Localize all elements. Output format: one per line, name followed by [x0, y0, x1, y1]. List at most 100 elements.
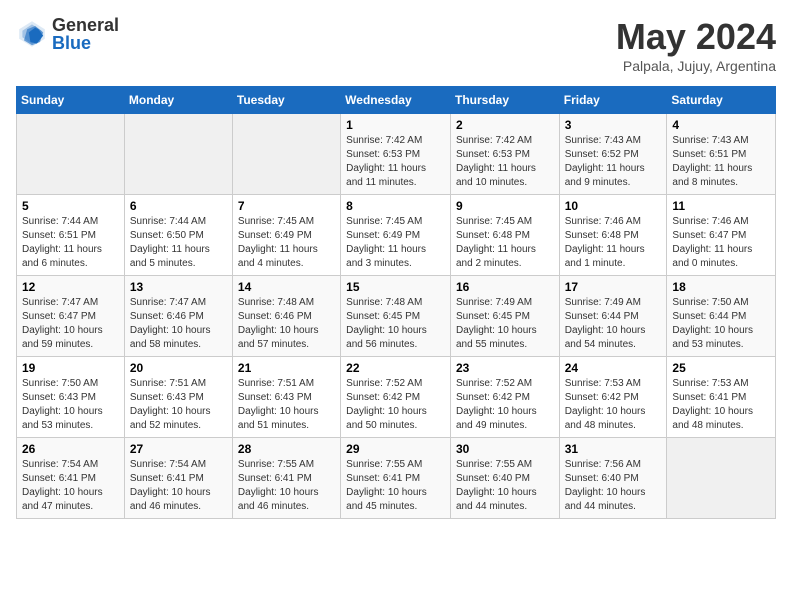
- calendar-cell: 21 Sunrise: 7:51 AMSunset: 6:43 PMDayligh…: [232, 357, 340, 438]
- calendar-cell: 27 Sunrise: 7:54 AMSunset: 6:41 PMDayligh…: [124, 438, 232, 519]
- calendar-cell: 12 Sunrise: 7:47 AMSunset: 6:47 PMDayligh…: [17, 276, 125, 357]
- calendar-cell: 13Sunrise: 7:47 AMSunset: 6:46 PMDayligh…: [124, 276, 232, 357]
- calendar-cell: 20Sunrise: 7:51 AMSunset: 6:43 PMDayligh…: [124, 357, 232, 438]
- day-info: Sunrise: 7:55 AMSunset: 6:41 PMDaylight:…: [238, 458, 335, 514]
- day-number: 10: [565, 199, 662, 213]
- month-title: May 2024: [616, 16, 776, 58]
- calendar-cell: 16Sunrise: 7:49 AMSunset: 6:45 PMDayligh…: [450, 276, 559, 357]
- location-subtitle: Palpala, Jujuy, Argentina: [616, 58, 776, 74]
- day-info: Sunrise: 7:44 AMSunset: 6:50 PMDaylight:…: [130, 215, 227, 271]
- col-tuesday: Tuesday: [232, 87, 340, 114]
- day-number: 18: [672, 280, 770, 294]
- day-number: 17: [565, 280, 662, 294]
- calendar-cell: [124, 114, 232, 195]
- day-info: Sunrise: 7:56 AMSunset: 6:40 PMDaylight:…: [565, 458, 662, 514]
- day-info: Sunrise: 7:48 AMSunset: 6:45 PMDaylight:…: [346, 296, 445, 352]
- calendar-week-4: 19 Sunrise: 7:50 AMSunset: 6:43 PMDayligh…: [17, 357, 776, 438]
- day-number: 28: [238, 442, 335, 456]
- day-info: Sunrise: 7:44 AMSunset: 6:51 PMDaylight:…: [22, 215, 119, 271]
- calendar-week-1: 1 Sunrise: 7:42 AMSunset: 6:53 PMDaylight…: [17, 114, 776, 195]
- calendar-cell: 8 Sunrise: 7:45 AMSunset: 6:49 PMDaylight…: [341, 195, 451, 276]
- calendar-week-3: 12 Sunrise: 7:47 AMSunset: 6:47 PMDayligh…: [17, 276, 776, 357]
- day-info: Sunrise: 7:49 AMSunset: 6:45 PMDaylight:…: [456, 296, 554, 352]
- day-info: Sunrise: 7:49 AMSunset: 6:44 PMDaylight:…: [565, 296, 662, 352]
- logo-icon: [16, 18, 48, 50]
- day-number: 30: [456, 442, 554, 456]
- day-number: 1: [346, 118, 445, 132]
- calendar-table: Sunday Monday Tuesday Wednesday Thursday…: [16, 86, 776, 519]
- calendar-cell: [232, 114, 340, 195]
- header-row: Sunday Monday Tuesday Wednesday Thursday…: [17, 87, 776, 114]
- day-info: Sunrise: 7:54 AMSunset: 6:41 PMDaylight:…: [22, 458, 119, 514]
- day-info: Sunrise: 7:45 AMSunset: 6:49 PMDaylight:…: [346, 215, 445, 271]
- calendar-cell: 30 Sunrise: 7:55 AMSunset: 6:40 PMDayligh…: [450, 438, 559, 519]
- day-number: 11: [672, 199, 770, 213]
- day-number: 3: [565, 118, 662, 132]
- day-number: 15: [346, 280, 445, 294]
- day-info: Sunrise: 7:51 AMSunset: 6:43 PMDaylight:…: [238, 377, 335, 433]
- day-number: 9: [456, 199, 554, 213]
- col-friday: Friday: [559, 87, 667, 114]
- calendar-cell: 7Sunrise: 7:45 AMSunset: 6:49 PMDaylight…: [232, 195, 340, 276]
- day-info: Sunrise: 7:43 AMSunset: 6:51 PMDaylight:…: [672, 134, 770, 190]
- day-info: Sunrise: 7:45 AMSunset: 6:48 PMDaylight:…: [456, 215, 554, 271]
- calendar-cell: [17, 114, 125, 195]
- header: General Blue May 2024 Palpala, Jujuy, Ar…: [16, 16, 776, 74]
- calendar-cell: 23 Sunrise: 7:52 AMSunset: 6:42 PMDayligh…: [450, 357, 559, 438]
- day-info: Sunrise: 7:51 AMSunset: 6:43 PMDaylight:…: [130, 377, 227, 433]
- day-info: Sunrise: 7:54 AMSunset: 6:41 PMDaylight:…: [130, 458, 227, 514]
- col-monday: Monday: [124, 87, 232, 114]
- day-info: Sunrise: 7:52 AMSunset: 6:42 PMDaylight:…: [456, 377, 554, 433]
- logo-blue-text: Blue: [52, 34, 119, 52]
- day-info: Sunrise: 7:50 AMSunset: 6:43 PMDaylight:…: [22, 377, 119, 433]
- day-info: Sunrise: 7:53 AMSunset: 6:42 PMDaylight:…: [565, 377, 662, 433]
- day-info: Sunrise: 7:50 AMSunset: 6:44 PMDaylight:…: [672, 296, 770, 352]
- day-number: 6: [130, 199, 227, 213]
- day-number: 27: [130, 442, 227, 456]
- calendar-week-2: 5 Sunrise: 7:44 AMSunset: 6:51 PMDaylight…: [17, 195, 776, 276]
- day-number: 12: [22, 280, 119, 294]
- calendar-cell: 18 Sunrise: 7:50 AMSunset: 6:44 PMDayligh…: [667, 276, 776, 357]
- day-number: 14: [238, 280, 335, 294]
- day-info: Sunrise: 7:53 AMSunset: 6:41 PMDaylight:…: [672, 377, 770, 433]
- day-info: Sunrise: 7:43 AMSunset: 6:52 PMDaylight:…: [565, 134, 662, 190]
- day-number: 13: [130, 280, 227, 294]
- logo-text: General Blue: [52, 16, 119, 52]
- logo-general-text: General: [52, 16, 119, 34]
- calendar-week-5: 26Sunrise: 7:54 AMSunset: 6:41 PMDayligh…: [17, 438, 776, 519]
- title-block: May 2024 Palpala, Jujuy, Argentina: [616, 16, 776, 74]
- calendar-cell: 5 Sunrise: 7:44 AMSunset: 6:51 PMDaylight…: [17, 195, 125, 276]
- calendar-cell: 26Sunrise: 7:54 AMSunset: 6:41 PMDayligh…: [17, 438, 125, 519]
- calendar-cell: 9 Sunrise: 7:45 AMSunset: 6:48 PMDaylight…: [450, 195, 559, 276]
- calendar-cell: 1 Sunrise: 7:42 AMSunset: 6:53 PMDaylight…: [341, 114, 451, 195]
- day-number: 5: [22, 199, 119, 213]
- day-info: Sunrise: 7:42 AMSunset: 6:53 PMDaylight:…: [456, 134, 554, 190]
- col-sunday: Sunday: [17, 87, 125, 114]
- calendar-cell: 10 Sunrise: 7:46 AMSunset: 6:48 PMDayligh…: [559, 195, 667, 276]
- calendar-cell: 24Sunrise: 7:53 AMSunset: 6:42 PMDayligh…: [559, 357, 667, 438]
- day-number: 25: [672, 361, 770, 375]
- calendar-cell: 31Sunrise: 7:56 AMSunset: 6:40 PMDayligh…: [559, 438, 667, 519]
- calendar-cell: 25 Sunrise: 7:53 AMSunset: 6:41 PMDayligh…: [667, 357, 776, 438]
- calendar-cell: [667, 438, 776, 519]
- day-number: 19: [22, 361, 119, 375]
- calendar-cell: 11 Sunrise: 7:46 AMSunset: 6:47 PMDayligh…: [667, 195, 776, 276]
- day-info: Sunrise: 7:46 AMSunset: 6:48 PMDaylight:…: [565, 215, 662, 271]
- day-number: 7: [238, 199, 335, 213]
- calendar-cell: 2Sunrise: 7:42 AMSunset: 6:53 PMDaylight…: [450, 114, 559, 195]
- calendar-cell: 28 Sunrise: 7:55 AMSunset: 6:41 PMDayligh…: [232, 438, 340, 519]
- day-info: Sunrise: 7:46 AMSunset: 6:47 PMDaylight:…: [672, 215, 770, 271]
- day-info: Sunrise: 7:55 AMSunset: 6:40 PMDaylight:…: [456, 458, 554, 514]
- col-saturday: Saturday: [667, 87, 776, 114]
- calendar-cell: 19 Sunrise: 7:50 AMSunset: 6:43 PMDayligh…: [17, 357, 125, 438]
- day-info: Sunrise: 7:47 AMSunset: 6:47 PMDaylight:…: [22, 296, 119, 352]
- day-info: Sunrise: 7:42 AMSunset: 6:53 PMDaylight:…: [346, 134, 445, 190]
- day-number: 21: [238, 361, 335, 375]
- day-number: 23: [456, 361, 554, 375]
- day-number: 29: [346, 442, 445, 456]
- day-number: 22: [346, 361, 445, 375]
- calendar-cell: 29Sunrise: 7:55 AMSunset: 6:41 PMDayligh…: [341, 438, 451, 519]
- calendar-cell: 22Sunrise: 7:52 AMSunset: 6:42 PMDayligh…: [341, 357, 451, 438]
- calendar-cell: 14Sunrise: 7:48 AMSunset: 6:46 PMDayligh…: [232, 276, 340, 357]
- day-number: 8: [346, 199, 445, 213]
